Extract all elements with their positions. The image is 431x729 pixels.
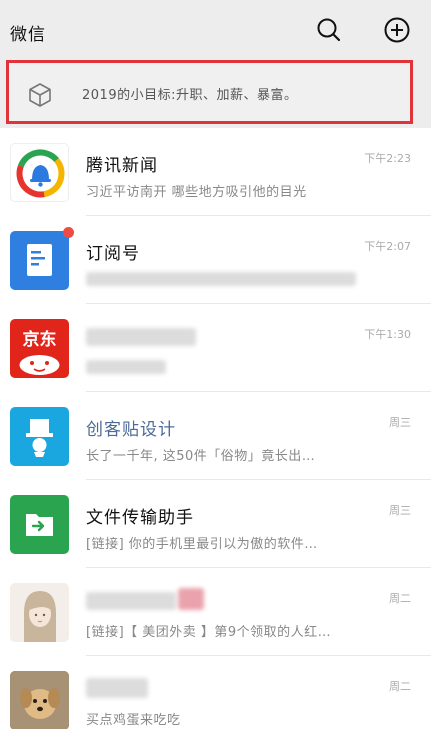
tencent-news-logo [10,143,69,202]
chat-time: 下午1:30 [364,328,411,341]
chat-preview: [链接]【 美团外卖 】第9个领取的人红… [86,625,332,640]
unread-dot [63,227,74,238]
chuangketie-logo [10,407,69,466]
pinned-status-text: 2019的小目标:升职、加薪、暴富。 [82,88,298,103]
redacted-name-emoji [178,588,204,610]
svg-text:京东: 京东 [23,329,57,350]
chat-name: 腾讯新闻 [86,156,158,176]
plus-circle-icon[interactable] [382,15,412,45]
file-transfer-icon [10,495,69,554]
subscription-icon [10,231,69,290]
chat-item-subscriptions[interactable]: 订阅号 下午2:07 [0,216,431,304]
chat-item-contact[interactable]: [链接]【 美团外卖 】第9个领取的人红… 周二 [0,568,431,656]
app-title: 微信 [10,25,46,45]
redacted-name [86,592,176,610]
chat-preview: 习近平访南开 哪些地方吸引他的目光 [86,185,307,200]
dog-avatar [10,671,69,729]
chat-time: 周三 [389,416,411,429]
chat-item-jd[interactable]: 京东 下午1:30 [0,304,431,392]
chat-name: 订阅号 [86,244,140,264]
chat-item-tencent-news[interactable]: 腾讯新闻 习近平访南开 哪些地方吸引他的目光 下午2:23 [0,128,431,216]
girl-avatar [10,583,69,642]
chat-time: 周二 [389,680,411,693]
chat-time: 下午2:23 [364,152,411,165]
chat-item-chuangketie[interactable]: 创客贴设计 长了一千年, 这50件「俗物」竟长出… 周三 [0,392,431,480]
chat-name: 创客贴设计 [86,420,176,440]
pinned-status-area: 2019的小目标:升职、加薪、暴富。 [0,56,431,128]
redacted-name [86,328,196,346]
chat-time: 周三 [389,504,411,517]
chat-time: 下午2:07 [364,240,411,253]
chat-preview: [链接] 你的手机里最引以为傲的软件… [86,537,318,552]
chat-time: 周二 [389,592,411,605]
chat-preview: 长了一千年, 这50件「俗物」竟长出… [86,449,316,464]
pinned-status[interactable]: 2019的小目标:升职、加薪、暴富。 [6,60,413,124]
jd-logo: 京东 [10,319,69,378]
chat-item-contact-dog[interactable]: 买点鸡蛋来吃吃 周二 [0,656,431,729]
redacted-name [86,678,148,698]
redacted-preview [86,360,166,374]
top-bar: 微信 [0,0,431,56]
chat-item-file-transfer[interactable]: 文件传输助手 [链接] 你的手机里最引以为傲的软件… 周三 [0,480,431,568]
search-icon[interactable] [314,15,344,45]
redacted-preview [86,272,356,286]
cube-icon [25,80,55,110]
chat-preview: 买点鸡蛋来吃吃 [86,713,181,728]
chat-name: 文件传输助手 [86,508,194,528]
